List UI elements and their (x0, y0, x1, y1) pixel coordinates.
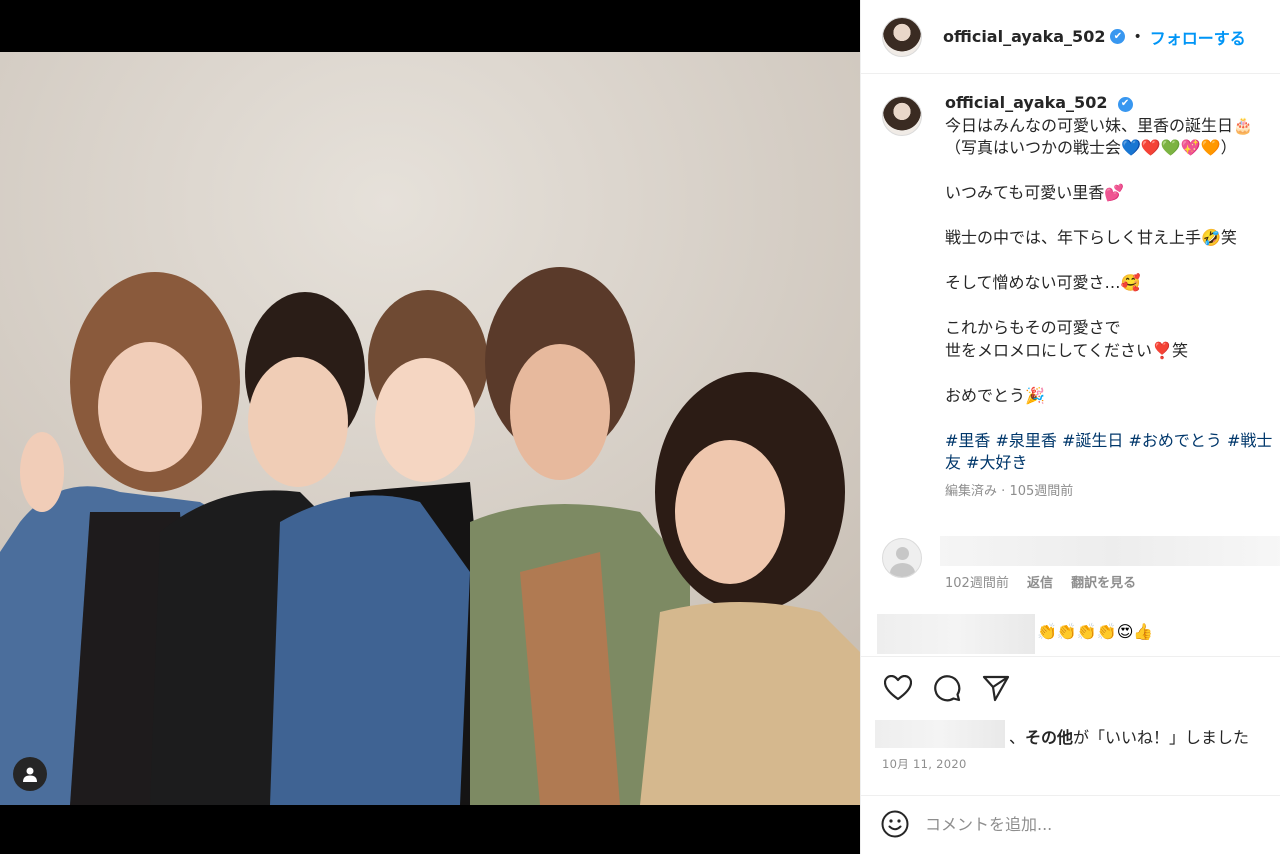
add-comment-input[interactable] (925, 814, 1255, 834)
post-date[interactable]: 10月 11, 2020 (882, 756, 967, 772)
caption-line: 今日はみんなの可愛い妹、里香の誕生日🎂 (945, 115, 1253, 135)
reply-button[interactable]: 返信 (1027, 576, 1053, 591)
caption-line: これからもその可愛さで (945, 318, 1121, 337)
caption-author-avatar[interactable] (882, 96, 922, 136)
follow-button[interactable]: フォローする (1150, 25, 1246, 49)
meta-separator: · (1001, 483, 1006, 499)
hashtags: #里香 #泉里香 #誕生日 #おめでとう #戦士 (945, 430, 1280, 453)
separator-dot: • (1133, 28, 1142, 45)
caption-line: （写真はいつかの戦士会💙❤️💚💖🧡） (945, 138, 1237, 157)
verified-badge-icon: ✔ (1110, 29, 1126, 44)
translate-button[interactable]: 翻訳を見る (1071, 576, 1136, 591)
caption: official_ayaka_502 ✔ 今日はみんなの可愛い妹、里香の誕生日🎂… (882, 92, 1280, 503)
comment-button[interactable] (930, 672, 964, 704)
edited-label: 編集済み (945, 483, 998, 499)
caption-line: おめでとう🎉 (945, 385, 1045, 405)
heart-icon (884, 675, 912, 701)
post-media (0, 0, 860, 854)
comment-text: 👏👏👏👏😍👍 (1037, 622, 1154, 641)
tagged-users-button[interactable] (13, 757, 47, 791)
hashtag-links[interactable]: 友 #大好き (945, 453, 1028, 472)
comment-meta: 102週間前 返信 翻訳を見る (945, 572, 1150, 591)
blurred-liker (875, 720, 1005, 748)
post-header: official_ayaka_502 ✔ • フォローする (861, 0, 1280, 74)
likes-suffix: が「いいね！」しました (1073, 728, 1250, 747)
emoji-smiley-icon[interactable] (881, 810, 909, 838)
caption-line: そして憎めない可愛さ…🥰 (945, 273, 1141, 292)
photo-illustration (0, 52, 860, 805)
caption-line: 戦士の中では、年下らしく甘え上手🤣笑 (945, 228, 1237, 247)
caption-meta: 編集済み · 105週間前 (945, 481, 1280, 504)
likes-sep: 、 (1009, 728, 1026, 747)
verified-badge-icon: ✔ (1117, 96, 1133, 112)
action-bar (881, 672, 1013, 704)
comment-time[interactable]: 102週間前 (945, 576, 1009, 591)
person-icon (23, 767, 37, 782)
author-avatar[interactable] (882, 16, 922, 57)
comment-bubble-icon (934, 675, 961, 702)
likes-others[interactable]: その他 (1025, 728, 1073, 747)
divider (861, 795, 1280, 796)
comment: 👏👏👏👏😍👍 (877, 614, 1280, 654)
blurred-commenter (877, 614, 1035, 654)
caption-time[interactable]: 105週間前 (1009, 484, 1073, 499)
paper-plane-icon (982, 675, 1010, 702)
group-photo[interactable] (0, 52, 860, 805)
like-button[interactable] (881, 672, 915, 704)
caption-line: 世をメロメロにしてください❣️笑 (945, 340, 1188, 360)
divider (861, 656, 1280, 657)
likes-summary: 、その他が「いいね！」しました (875, 720, 1280, 748)
author-username[interactable]: official_ayaka_502 (943, 27, 1105, 46)
caption-username[interactable]: official_ayaka_502 (945, 93, 1107, 112)
add-comment-bar (881, 810, 1255, 838)
post-side-panel: official_ayaka_502 ✔ • フォローする official_a… (860, 0, 1280, 854)
hashtags: 友 #大好き (945, 452, 1280, 475)
likes-text[interactable]: 、その他が「いいね！」しました (1009, 724, 1249, 748)
blurred-comment-text (940, 536, 1280, 566)
commenter-avatar[interactable] (882, 538, 922, 578)
caption-line: いつみても可愛い里香💕 (945, 183, 1125, 202)
caption-body: official_ayaka_502 ✔ 今日はみんなの可愛い妹、里香の誕生日🎂… (945, 92, 1280, 503)
share-button[interactable] (979, 672, 1013, 704)
hashtag-links[interactable]: #里香 #泉里香 #誕生日 #おめでとう #戦士 (945, 431, 1272, 450)
